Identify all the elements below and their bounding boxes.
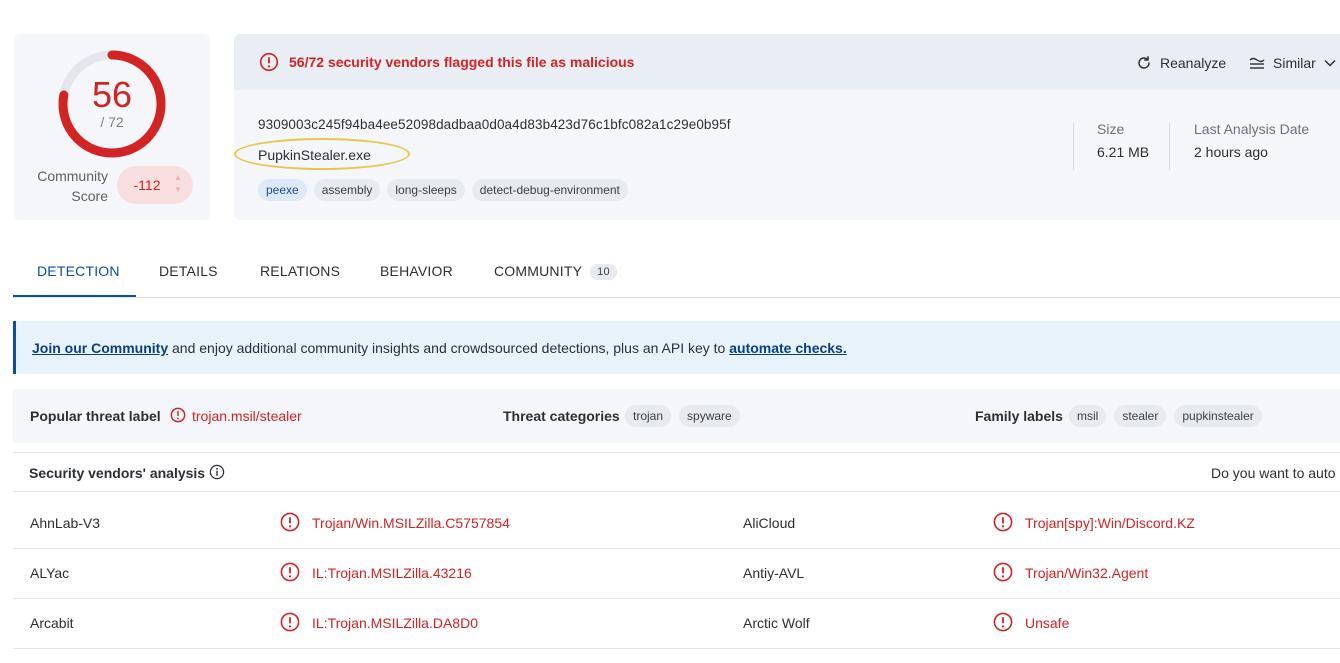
tab-behavior[interactable]: BEHAVIOR [380, 263, 453, 279]
reanalyze-label: Reanalyze [1160, 55, 1227, 71]
category-tag[interactable]: spyware [679, 405, 740, 427]
vendor-row: AhnLab-V3 Trojan/Win.MSILZilla.C5757854 Al… [13, 499, 1340, 549]
alert-circle-icon [259, 52, 279, 72]
similar-label: Similar [1273, 55, 1316, 71]
popular-threat-value[interactable]: trojan.msil/stealer [192, 408, 302, 424]
tab-relations[interactable]: RELATIONS [260, 263, 340, 279]
threat-categories: trojan spyware [625, 405, 740, 427]
popular-threat-label: Popular threat label [30, 408, 161, 424]
malicious-alert-bar: 56/72 security vendors flagged this file… [234, 34, 1340, 90]
meta-divider [1169, 122, 1170, 170]
chevron-down-icon [1324, 59, 1336, 67]
vendor-detection-result: Trojan/Win32.Agent [1025, 565, 1149, 581]
threat-alert-icon [170, 407, 186, 423]
file-summary-panel: 56/72 security vendors flagged this file… [234, 34, 1340, 220]
vendor-name: Arcabit [30, 615, 74, 631]
vendor-detection-result: Trojan[spy]:Win/Discord.KZ [1025, 515, 1195, 531]
info-icon[interactable] [209, 464, 225, 480]
file-hash[interactable]: 9309003c245f94ba4ee52098dadbaa0d0a4d83b4… [258, 117, 731, 132]
alert-circle-icon [993, 612, 1013, 632]
vendor-name: ALYac [30, 565, 70, 581]
vendor-detection-result: IL:Trojan.MSILZilla.DA8D0 [312, 615, 478, 631]
tag-assembly[interactable]: assembly [313, 179, 381, 201]
size-label: Size [1097, 121, 1125, 137]
size-value: 6.21 MB [1097, 144, 1150, 160]
tab-details[interactable]: DETAILS [159, 263, 218, 279]
vendor-row: Arcabit IL:Trojan.MSILZilla.DA8D0 Arctic W… [13, 599, 1340, 649]
vendor-name: AhnLab-V3 [30, 515, 101, 531]
threat-summary-row: Popular threat label trojan.msil/stealer… [13, 389, 1340, 443]
last-analysis-value: 2 hours ago [1194, 144, 1268, 160]
vote-arrows-icon[interactable]: ▲ ▼ [173, 172, 183, 196]
alert-circle-icon [280, 612, 300, 632]
community-count-badge: 10 [590, 264, 617, 280]
file-tags: peexe assembly long-sleeps detect-debug-… [258, 179, 628, 201]
similar-icon [1249, 57, 1265, 69]
alert-circle-icon [993, 562, 1013, 582]
community-score-label: Community Score [37, 168, 108, 204]
malicious-alert-text: 56/72 security vendors flagged this file… [289, 54, 635, 70]
vendor-detection-result: Unsafe [1025, 615, 1070, 631]
family-tag[interactable]: pupkinstealer [1174, 405, 1262, 427]
alert-circle-icon [280, 562, 300, 582]
refresh-icon [1138, 56, 1150, 69]
tag-peexe[interactable]: peexe [258, 179, 307, 201]
last-analysis-label: Last Analysis Date [1194, 121, 1310, 137]
vendors-analysis-title: Security vendors' analysis [29, 465, 206, 481]
threat-categories-label: Threat categories [503, 408, 620, 424]
vendor-name: Arctic Wolf [743, 615, 810, 631]
automate-checks-link[interactable]: automate checks. [729, 340, 847, 356]
tab-community-label: COMMUNITY [494, 263, 583, 279]
family-labels: msil stealer pupkinstealer [1069, 405, 1262, 427]
detection-total: / 72 [100, 114, 124, 130]
vendor-name: AliCloud [743, 515, 796, 531]
community-banner: Join our Community and enjoy additional … [13, 321, 1340, 374]
tab-detection[interactable]: DETECTION [37, 263, 120, 279]
report-tabs: DETECTION DETAILS RELATIONS BEHAVIOR COM… [13, 251, 1340, 298]
similar-dropdown[interactable]: Similar [1249, 52, 1336, 74]
community-banner-text: Join our Community and enjoy additional … [32, 340, 847, 356]
community-score-value: -112 [133, 177, 161, 193]
alert-circle-icon [280, 512, 300, 532]
family-labels-label: Family labels [975, 408, 1063, 424]
vendor-name: Antiy-AVL [743, 565, 805, 581]
alert-circle-icon [993, 512, 1013, 532]
category-tag[interactable]: trojan [625, 405, 672, 427]
community-score-badge[interactable]: -112 ▲ ▼ [117, 166, 193, 204]
tag-long-sleeps[interactable]: long-sleeps [387, 179, 465, 201]
detection-score-card: 56 / 72 Community Score -112 ▲ ▼ [14, 34, 210, 220]
active-tab-indicator [13, 295, 136, 297]
vendor-detection-result: IL:Trojan.MSILZilla.43216 [312, 565, 472, 581]
tag-detect-debug-environment[interactable]: detect-debug-environment [471, 179, 628, 201]
reanalyze-button[interactable]: Reanalyze [1136, 52, 1226, 74]
vendor-row: ALYac IL:Trojan.MSILZilla.43216 Antiy-AVL T… [13, 549, 1340, 599]
detection-count: 56 [91, 74, 133, 115]
tab-community[interactable]: COMMUNITY 10 [494, 263, 617, 280]
vendors-analysis-header: Security vendors' analysis Do you want t… [13, 452, 1340, 492]
meta-divider [1073, 122, 1074, 170]
vendor-detection-result: Trojan/Win.MSILZilla.C5757854 [312, 515, 510, 531]
automate-prompt-text: Do you want to auto [1211, 465, 1336, 481]
family-tag[interactable]: msil [1069, 405, 1107, 427]
file-name: PupkinStealer.exe [258, 147, 371, 163]
family-tag[interactable]: stealer [1114, 405, 1167, 427]
join-community-link[interactable]: Join our Community [32, 340, 168, 356]
